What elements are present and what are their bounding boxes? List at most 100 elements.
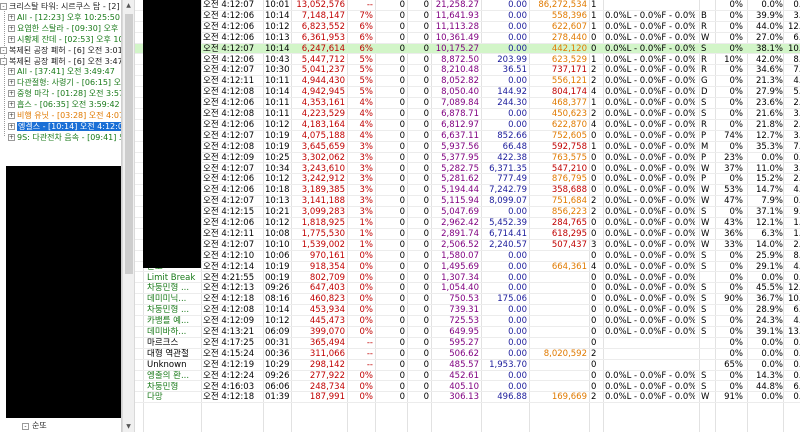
collapse-icon[interactable]: - [0, 46, 7, 54]
tree-item[interactable]: + 엥겔스 - [10:14] 오전 4:12:06 [8, 121, 121, 132]
heal-value-cell: 175.06 [497, 294, 527, 305]
table-row[interactable]: 오전 4:12:08 10:11 4,223,529 4% 0 0 6,878.71 0.00… [135, 109, 800, 120]
heal-value-cell: 0.00 [508, 381, 527, 392]
table-row[interactable]: 오전 4:12:07 10:34 3,243,610 3% 0 0 5,282.75 6,37… [135, 164, 800, 175]
zero-col-b-cell: 0 [423, 141, 429, 152]
start-time-cell: 오전 4:12:18 [203, 392, 255, 403]
tree-scrollbar[interactable]: ▲ ▼ [122, 0, 135, 432]
table-row[interactable]: 카뱅를 루...오전 4:12:1010:06970,1610%001,580.… [135, 251, 800, 262]
table-row[interactable]: 오전 4:12:08 10:19 3,645,659 3% 0 0 5,937.56 66.4… [135, 142, 800, 153]
table-row[interactable]: 오전 4:12:07 10:14 6,247,614 6% 0 0 10,175.27 0.0… [135, 43, 800, 55]
table-row[interactable]: 데미미닉... 오전 4:12:18 08:16 460,823 0% 0 0 750.53 1… [135, 294, 800, 306]
heal-value-cell: 0.00 [508, 250, 527, 261]
start-time-cell: 오전 4:12:06 [203, 21, 255, 32]
collapse-icon[interactable]: - [0, 57, 7, 65]
dps-value-cell: 21,258.27 [435, 0, 479, 10]
percent-a-cell: 53% [724, 185, 743, 196]
table-row[interactable]: 오전 4:12:06 10:13 6,361,953 6% 0 0 10,361.49 0.0… [135, 33, 800, 44]
tree-item[interactable]: - 크리스탈 타워: 시르쿠스 탑 - [2] 오 [0, 1, 121, 12]
table-row[interactable]: 오전 4:12:07 10:10 1,539,002 1% 0 0 2,506.52 2,24… [135, 240, 800, 251]
tree-item[interactable]: -복제된 공장 폐허 - [6] 오전 3:01:22 [0, 45, 121, 56]
table-row[interactable]: 카뱅를 예... 오전 4:12:09 10:12 445,473 0% 0 0 725.53… [135, 316, 800, 327]
table-row[interactable]: 차둥민형 ... 오전 4:12:13 09:26 647,403 0% 0 0 1,054.… [135, 283, 800, 295]
zero-col-a-cell: 0 [399, 228, 405, 239]
tree-item[interactable]: -복제된 공장 폐허 - [6] 오전 3:47:59 [0, 56, 121, 67]
table-row[interactable]: 오전 4:12:07 10:01 13,052,576 -- 0 0 21,258.27 0.… [135, 0, 800, 11]
table-row[interactable]: 데미바하... 오전 4:13:21 06:09 399,070 0% 0 0 649.95 0… [135, 327, 800, 338]
expand-icon[interactable]: + [8, 90, 15, 98]
table-row[interactable]: 엥출의 환... 오전 4:12:24 09:26 277,922 0% 0 0 452.61… [135, 371, 800, 382]
percent-a-cell: 0% [729, 261, 744, 272]
expand-icon[interactable]: + [8, 35, 15, 43]
table-row[interactable]: 순또오전 4:12:1410:19918,3540%001,495.690.00… [135, 262, 800, 273]
table-row[interactable]: 오전 4:12:06 10:43 5,447,712 5% 0 0 8,872.50 203.… [135, 55, 800, 66]
expand-icon[interactable]: + [8, 101, 15, 109]
table-row[interactable]: 오전 4:12:07 10:19 4,075,188 4% 0 0 6,637.11 852.… [135, 131, 800, 142]
damage-percent-cell: 3% [359, 185, 374, 196]
tree-item-label: 비행 유닛 - [03:28] 오전 4:07:0 [17, 111, 122, 120]
heal-value-cell: 0.00 [508, 43, 527, 54]
table-row[interactable]: 오전 4:12:09 10:25 3,302,062 3% 0 0 5,377.95 422.… [135, 153, 800, 164]
expand-icon[interactable]: + [8, 68, 15, 76]
dps-value-cell: 10,361.49 [435, 32, 479, 43]
table-row[interactable]: 차둥민형 오전 4:16:03 06:06 248,734 0% 0 0 405.10 0.00… [135, 382, 800, 393]
tree-item[interactable]: + All - [12:23] 오후 10:25:50 [8, 12, 120, 23]
table-row[interactable]: 오전 4:12:06 10:14 7,148,147 7% 0 0 11,641.93 0.0… [135, 11, 800, 22]
zero-col-a-cell: 0 [399, 43, 405, 54]
scroll-thumb[interactable] [125, 14, 133, 274]
tree-item[interactable]: + 흡스 - [06:35] 오전 3:59:42 [8, 99, 120, 110]
damage-percent-cell: 7% [359, 10, 374, 21]
crit-percent-cell: 39.1% [755, 327, 783, 337]
damage-percent-cell: 4% [359, 130, 374, 141]
table-row[interactable]: Limit Break 오전 4:21:55 00:19 802,709 0% 0 0 1,3… [135, 273, 800, 284]
table-row[interactable]: 대형 역관절 오전 4:15:24 00:36 311,066 -- 0 0 506.62 0.… [135, 349, 800, 360]
tree-item[interactable]: + 중형 마각 - [01:28] 오전 3:57:0 [8, 88, 121, 99]
tree-item[interactable]: +9S: 다관전차 음속 - [09:41] 오전 [8, 132, 121, 143]
table-row[interactable]: 차둥민형 ... 오전 4:12:08 10:14 453,934 0% 0 0 739.31… [135, 305, 800, 317]
tree-bottom-item[interactable]: - 순또 [22, 420, 47, 431]
percent-a-cell: 0% [729, 305, 744, 316]
expand-icon[interactable]: + [8, 24, 15, 32]
table-row[interactable]: 오전 4:12:08 10:14 4,942,945 5% 0 0 8,050.40 144.… [135, 87, 800, 99]
damage-percent-cell: 4% [359, 119, 374, 130]
table-row[interactable]: 오전 4:12:06 10:12 6,823,552 6% 0 0 11,113.28 0.0… [135, 22, 800, 33]
tree-item[interactable]: + 다관절형: 사령기 - [06:15] 오전 [8, 77, 121, 88]
expand-icon[interactable]: + [8, 112, 15, 119]
zero-col-a-cell: 0 [399, 21, 405, 32]
table-row[interactable]: 오전 4:12:06 10:12 4,183,164 4% 0 0 6,812.97 0.00… [135, 120, 800, 131]
table-row[interactable]: 오전 4:12:15 10:21 3,099,283 3% 0 0 5,047.69 0.00… [135, 207, 800, 218]
tree-item[interactable]: +요염한 스탈라 - [09:30] 오후 10:1 [8, 23, 121, 34]
crit-direct-range-cell: 0.0%L - 0.0%F - 0.0%M [605, 218, 695, 228]
expand-icon[interactable]: + [8, 133, 15, 141]
table-row[interactable]: 다망 오전 4:12:18 01:39 187,991 0% 0 0 306.13 496.88… [135, 392, 800, 404]
tree-item[interactable]: + 시황제 잔데 - [02:53] 오후 10:1 [8, 34, 121, 45]
table-row[interactable]: 오전 4:12:06 10:18 3,189,385 3% 0 0 5,194.44 7,24… [135, 185, 800, 197]
table-row[interactable]: 오전 4:12:06 10:11 4,353,161 4% 0 0 7,089.84 244.… [135, 98, 800, 109]
table-row[interactable]: 마르크스 오전 4:17:25 00:31 365,494 -- 0 0 595.27 0.00… [135, 338, 800, 349]
table-row[interactable]: 오전 4:12:07 10:13 3,141,188 3% 0 0 5,115.94 8,09… [135, 196, 800, 208]
table-row[interactable]: 오전 4:12:11 10:08 1,775,530 1% 0 0 2,891.74 6,71… [135, 229, 800, 240]
combatant-name-cell: 카뱅를 예... [147, 316, 190, 327]
table-row[interactable]: 오전 4:12:07 10:30 5,041,237 5% 0 0 8,210.48 36.5… [135, 65, 800, 77]
crit-percent-cell: 44.0% [755, 21, 783, 32]
dps-value-cell: 11,641.93 [435, 10, 479, 21]
start-time-cell: 오전 4:12:18 [203, 294, 255, 305]
table-row[interactable]: Unknown 오전 4:12:19 10:29 298,142 -- 0 0 485.57 1… [135, 360, 800, 371]
table-row[interactable]: 오전 4:12:06 10:12 1,818,925 1% 0 0 2,962.42 5,45… [135, 218, 800, 229]
table-row[interactable]: 오전 4:12:06 10:12 3,242,912 3% 0 0 5,281.62 777.… [135, 174, 800, 186]
scroll-down-arrow-icon[interactable]: ▼ [123, 421, 134, 432]
damage-percent-cell: 1% [359, 228, 374, 239]
expand-icon[interactable]: + [8, 79, 15, 87]
collapse-icon[interactable]: - [0, 3, 7, 10]
expand-icon[interactable]: - [22, 423, 29, 430]
total-damage-cell: 311,066 [309, 348, 345, 359]
encounter-tree[interactable]: - 크리스탈 타워: 시르쿠스 탑 - [2] 오 + All - [12:23] 오… [0, 0, 122, 432]
expand-icon[interactable]: + [8, 13, 15, 21]
scroll-up-arrow-icon[interactable]: ▲ [123, 0, 134, 11]
start-time-cell: 오전 4:17:25 [203, 337, 255, 348]
zero-col-a-cell: 0 [399, 272, 405, 283]
table-row[interactable]: 오전 4:12:11 10:11 4,944,430 5% 0 0 8,052.82 0.00… [135, 76, 800, 88]
expand-icon[interactable]: + [8, 122, 15, 130]
tree-item[interactable]: + All - [37:41] 오전 3:49:47 [8, 66, 115, 77]
tree-item[interactable]: + 비행 유닛 - [03:28] 오전 4:07:0 [8, 110, 122, 121]
